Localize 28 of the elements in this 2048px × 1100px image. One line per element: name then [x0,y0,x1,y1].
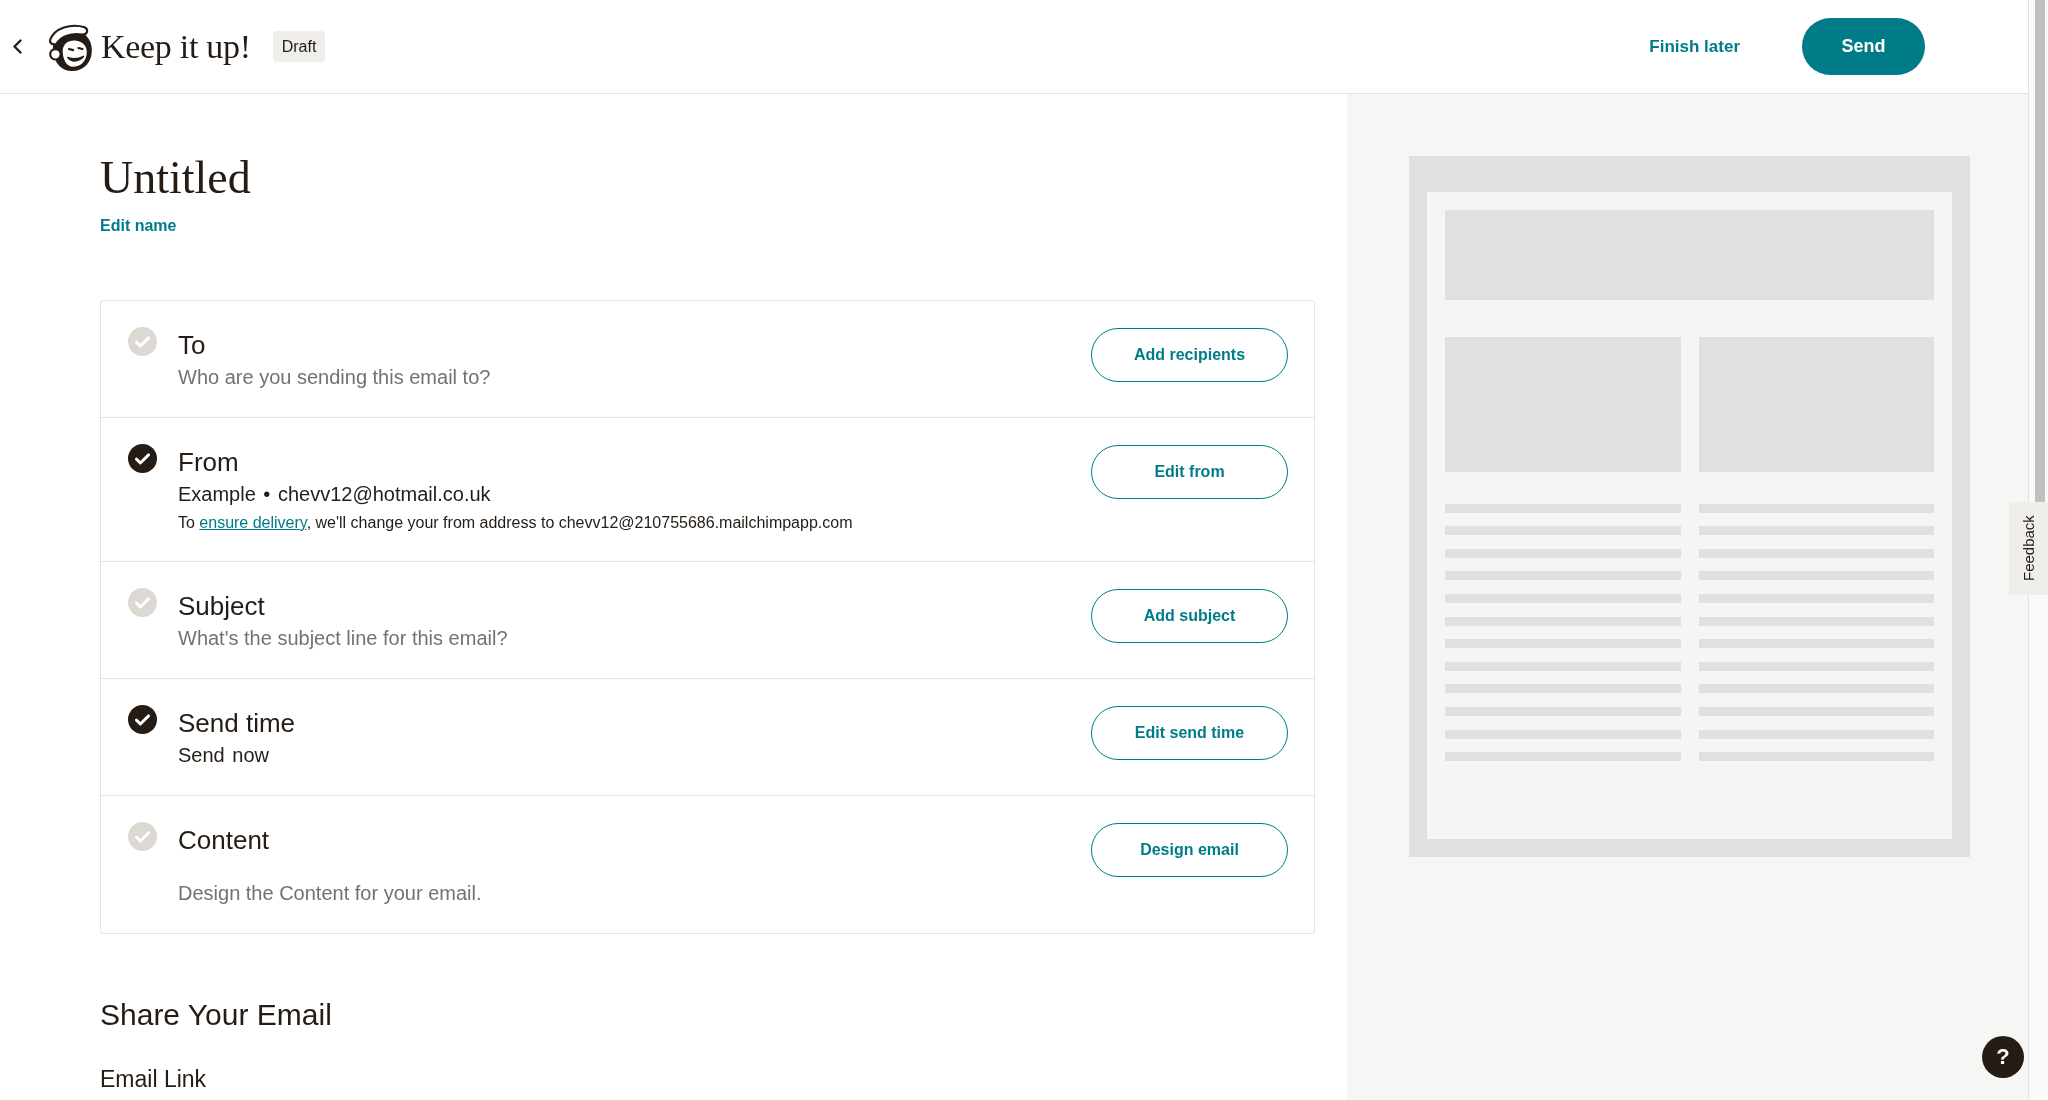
checklist-action-button[interactable]: Edit send time [1091,706,1288,760]
feedback-tab[interactable]: Feedback [2009,502,2048,595]
back-chevron-icon[interactable] [12,39,23,54]
checklist-item-title: From [178,446,239,478]
email-link-heading: Email Link [100,1066,208,1092]
finish-later-link[interactable]: Finish later [1649,36,1740,57]
checklist-action-button[interactable]: Edit from [1091,445,1288,499]
campaign-name: Untitled [100,151,252,205]
checklist-item-title: Content [178,824,270,856]
checklist-item-title: Send time [178,707,296,739]
checklist-item-hint: Design the Content for your email. [178,881,482,906]
checklist-item-title: Subject [178,590,265,622]
checklist-action-button[interactable]: Design email [1091,823,1288,877]
checklist-item-hint: Who are you sending this email to? [178,365,491,390]
checklist-action-button[interactable]: Add recipients [1091,328,1288,382]
send-button[interactable]: Send [1802,18,1925,75]
scrollbar-thumb[interactable] [2035,0,2045,502]
share-heading: Share Your Email [100,997,333,1033]
checklist-item-value: Send now [178,743,269,768]
checklist-item-title: To [178,329,206,361]
status-badge: Draft [272,31,326,62]
checklist-item-value: Example • chevv12@hotmail.co.uk [178,482,491,507]
app-title: Keep it up! [101,27,251,66]
delivery-note: To ensure delivery, we'll change your from address to chevv12@210755686.mailchimpapp.com [178,513,853,533]
checklist-item-hint: What's the subject line for this email? [178,626,508,651]
ensure-delivery-link[interactable]: ensure delivery [199,514,307,531]
checklist-action-button[interactable]: Add subject [1091,589,1288,643]
edit-name-link[interactable]: Edit name [100,216,177,236]
